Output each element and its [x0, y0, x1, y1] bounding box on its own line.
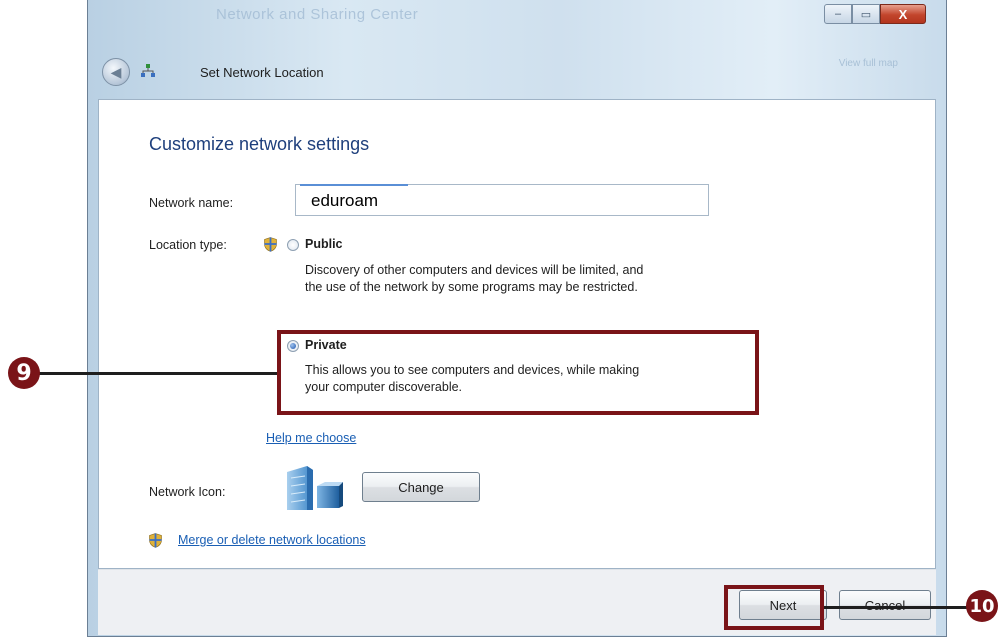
- change-icon-button[interactable]: Change: [362, 472, 480, 502]
- merge-delete-locations-link[interactable]: Merge or delete network locations: [178, 533, 366, 547]
- input-focus-line: [300, 184, 408, 186]
- network-name-input[interactable]: eduroam: [295, 184, 709, 216]
- minimize-button[interactable]: –: [824, 4, 852, 24]
- public-radio[interactable]: [287, 239, 299, 251]
- back-arrow-icon[interactable]: ◀: [102, 58, 130, 86]
- public-desc-line-2: the use of the network by some programs …: [305, 280, 638, 294]
- window-title: Set Network Location: [200, 65, 324, 80]
- close-button[interactable]: X: [880, 4, 926, 24]
- maximize-button[interactable]: ▭: [852, 4, 880, 24]
- network-name-value: eduroam: [311, 191, 379, 210]
- public-option-title: Public: [305, 237, 343, 251]
- step-9-badge: 9: [8, 357, 40, 389]
- private-option-callout-box: [277, 330, 759, 415]
- help-me-choose-link[interactable]: Help me choose: [266, 431, 356, 445]
- window-controls: – ▭ X: [824, 4, 926, 24]
- network-name-label: Network name:: [149, 196, 234, 210]
- network-icon-label: Network Icon:: [149, 485, 226, 499]
- network-icon: [141, 64, 155, 77]
- merge-shield-icon: [149, 533, 162, 548]
- dialog-window: Network and Sharing Center View full map…: [87, 0, 947, 637]
- network-building-icon: [287, 466, 343, 510]
- page-title: Customize network settings: [149, 134, 370, 154]
- uac-shield-icon: [264, 237, 277, 252]
- callout-10-line: [824, 606, 972, 609]
- next-button-callout-box: [724, 585, 824, 630]
- location-type-label: Location type:: [149, 238, 227, 252]
- background-window-link: View full map: [838, 58, 898, 69]
- callout-9-line: [38, 372, 277, 375]
- public-option-description: Discovery of other computers and devices…: [305, 262, 775, 296]
- public-desc-line-1: Discovery of other computers and devices…: [305, 263, 644, 277]
- cancel-button[interactable]: Cancel: [839, 590, 931, 620]
- step-10-badge: 10: [966, 590, 998, 622]
- background-window-title: Network and Sharing Center: [216, 6, 419, 23]
